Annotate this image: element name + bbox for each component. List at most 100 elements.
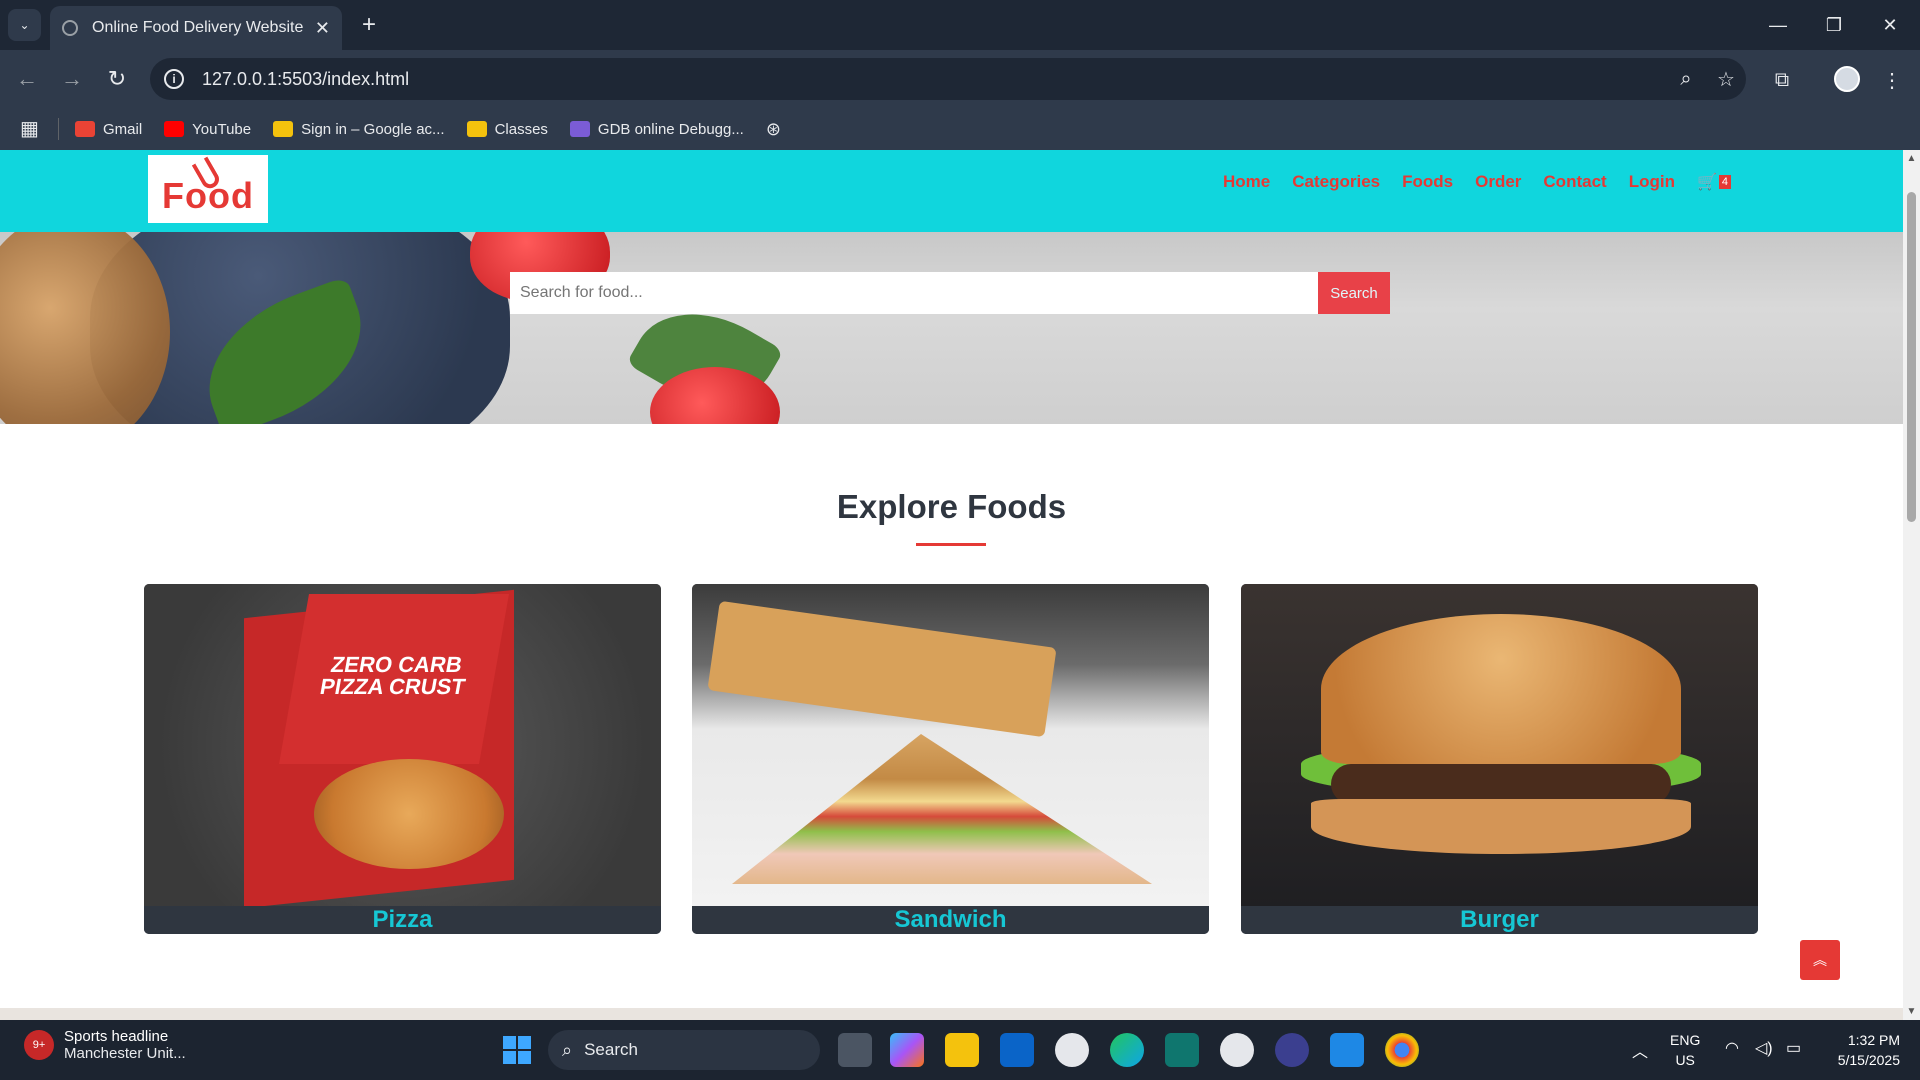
- new-tab-button[interactable]: +: [353, 10, 385, 40]
- page-viewport: Food Home Categories Foods Order Contact…: [0, 150, 1920, 1020]
- apps-grid-icon[interactable]: ▦: [20, 117, 44, 141]
- category-label: Sandwich: [692, 906, 1209, 934]
- scroll-to-top-button[interactable]: ︽: [1800, 940, 1840, 980]
- bookmark-label: Sign in – Google ac...: [301, 120, 445, 138]
- browser-tab-active[interactable]: Online Food Delivery Website ✕: [50, 6, 342, 50]
- site-nav: Home Categories Foods Order Contact Logi…: [1201, 172, 1731, 192]
- bookmark-label: GDB online Debugg...: [597, 120, 744, 138]
- clock-date: 5/15/2025: [1837, 1052, 1900, 1068]
- nav-contact[interactable]: Contact: [1543, 172, 1606, 192]
- edge-icon[interactable]: [1110, 1033, 1144, 1067]
- nav-home[interactable]: Home: [1223, 172, 1270, 192]
- back-button[interactable]: ←: [10, 62, 44, 96]
- app-icon[interactable]: [1055, 1033, 1089, 1067]
- cart-icon: 🛒: [1696, 174, 1717, 191]
- bookmark-label: Classes: [494, 120, 548, 138]
- tab-title: Online Food Delivery Website: [92, 19, 304, 36]
- section-title: Explore Foods: [836, 488, 1067, 525]
- profile-avatar[interactable]: [1834, 66, 1860, 92]
- file-explorer-icon[interactable]: [945, 1033, 979, 1067]
- zoom-icon[interactable]: ⌕: [1666, 68, 1706, 91]
- wifi-icon[interactable]: ◠: [1725, 1038, 1739, 1058]
- extensions-icon[interactable]: ⧉: [1765, 63, 1799, 97]
- restore-button[interactable]: ❐: [1806, 0, 1862, 50]
- reload-button[interactable]: ↻: [100, 62, 134, 96]
- title-underline: [916, 543, 986, 546]
- food-search-button[interactable]: Search: [1318, 272, 1390, 314]
- close-window-button[interactable]: ✕: [1862, 0, 1918, 50]
- tray-overflow-icon[interactable]: ︿: [1632, 1038, 1648, 1062]
- taskbar-search[interactable]: ⌕ Search: [548, 1030, 820, 1070]
- address-bar[interactable]: i 127.0.0.1:5503/index.html ⌕ ☆: [150, 58, 1746, 100]
- close-tab-icon[interactable]: ✕: [315, 18, 330, 39]
- page-scrollbar[interactable]: ▲ ▼: [1903, 150, 1920, 1020]
- pizza-pie-decor: [314, 759, 504, 869]
- bookmark-divider: [58, 118, 59, 140]
- nav-foods[interactable]: Foods: [1402, 172, 1453, 192]
- site-logo[interactable]: Food: [148, 155, 268, 223]
- nav-login[interactable]: Login: [1629, 172, 1675, 192]
- pizza-box-lid: ZERO CARB PIZZA CRUST: [279, 594, 509, 764]
- news-title: Sports headline: [64, 1028, 169, 1045]
- sandwich-front-decor: [732, 734, 1152, 884]
- nav-order[interactable]: Order: [1475, 172, 1521, 192]
- bookmark-classes[interactable]: Classes: [466, 120, 548, 138]
- menu-icon[interactable]: ⋮: [1875, 63, 1909, 97]
- task-view-icon[interactable]: [838, 1033, 872, 1067]
- scroll-down-arrow-icon[interactable]: ▼: [1906, 1006, 1917, 1017]
- category-card-pizza[interactable]: ZERO CARB PIZZA CRUST Pizza: [144, 584, 661, 934]
- minimize-button[interactable]: —: [1750, 0, 1806, 50]
- bookmark-star-icon[interactable]: ☆: [1706, 67, 1746, 92]
- chrome-icon[interactable]: [1385, 1033, 1419, 1067]
- language-indicator[interactable]: ENG US: [1670, 1030, 1700, 1070]
- browser-tab-bar: ⌄ Online Food Delivery Website ✕ + — ❐ ✕: [0, 0, 1920, 50]
- bookmark-gdb[interactable]: GDB online Debugg...: [569, 120, 744, 138]
- system-clock[interactable]: 1:32 PM 5/15/2025: [1820, 1030, 1900, 1070]
- battery-icon[interactable]: ▭: [1786, 1038, 1801, 1058]
- burger-bun-bottom-decor: [1311, 799, 1691, 854]
- cart-count-badge: 4: [1718, 175, 1731, 189]
- start-button[interactable]: [503, 1036, 531, 1064]
- tab-search-dropdown[interactable]: ⌄: [8, 9, 41, 41]
- category-card-burger[interactable]: Burger: [1241, 584, 1758, 934]
- youtube-icon: [164, 121, 185, 137]
- bookmark-google-signin[interactable]: Sign in – Google ac...: [273, 120, 445, 138]
- gdb-icon: [569, 121, 590, 137]
- gmail-icon: [75, 121, 95, 137]
- sandwich-back-decor: [707, 600, 1057, 738]
- lang-region: US: [1675, 1052, 1695, 1068]
- volume-icon[interactable]: ◁): [1755, 1038, 1773, 1058]
- bookmark-gmail[interactable]: Gmail: [75, 121, 142, 138]
- chatgpt-icon[interactable]: ⊛: [766, 119, 781, 140]
- sandwich-image: [692, 584, 1209, 906]
- bookmark-label: YouTube: [192, 120, 252, 138]
- scrollbar-thumb[interactable]: [1907, 192, 1916, 522]
- burger-patty-decor: [1331, 764, 1671, 804]
- forward-button[interactable]: →: [55, 62, 89, 96]
- site-info-icon[interactable]: i: [164, 69, 184, 89]
- nav-categories[interactable]: Categories: [1292, 172, 1380, 192]
- scroll-up-arrow-icon[interactable]: ▲: [1906, 153, 1917, 164]
- eclipse-icon[interactable]: [1275, 1033, 1309, 1067]
- app-icon[interactable]: [1165, 1033, 1199, 1067]
- lang-code: ENG: [1670, 1032, 1701, 1048]
- news-widget[interactable]: 9+ Sports headline Manchester Unit...: [24, 1028, 186, 1062]
- url-text[interactable]: 127.0.0.1:5503/index.html: [202, 69, 1666, 90]
- cart-button[interactable]: 🛒 4: [1697, 172, 1731, 192]
- pizza-image: ZERO CARB PIZZA CRUST: [144, 584, 661, 909]
- classroom-icon: [273, 121, 294, 137]
- bookmark-youtube[interactable]: YouTube: [164, 121, 251, 138]
- outlook-icon[interactable]: [1000, 1033, 1034, 1067]
- food-search-form: Search: [510, 272, 1390, 314]
- classroom-icon: [466, 121, 487, 137]
- copilot-icon[interactable]: [890, 1033, 924, 1067]
- search-icon: ⌕: [562, 1039, 573, 1060]
- app-icon[interactable]: [1220, 1033, 1254, 1067]
- category-label: Pizza: [144, 906, 661, 934]
- windows-taskbar: 9+ Sports headline Manchester Unit... ⌕ …: [0, 1020, 1920, 1080]
- category-label: Burger: [1241, 906, 1758, 934]
- category-card-sandwich[interactable]: Sandwich: [692, 584, 1209, 934]
- food-search-input[interactable]: [510, 272, 1318, 314]
- browser-toolbar: ← → ↻ i 127.0.0.1:5503/index.html ⌕ ☆ ⧉ …: [0, 50, 1920, 108]
- vscode-icon[interactable]: [1330, 1033, 1364, 1067]
